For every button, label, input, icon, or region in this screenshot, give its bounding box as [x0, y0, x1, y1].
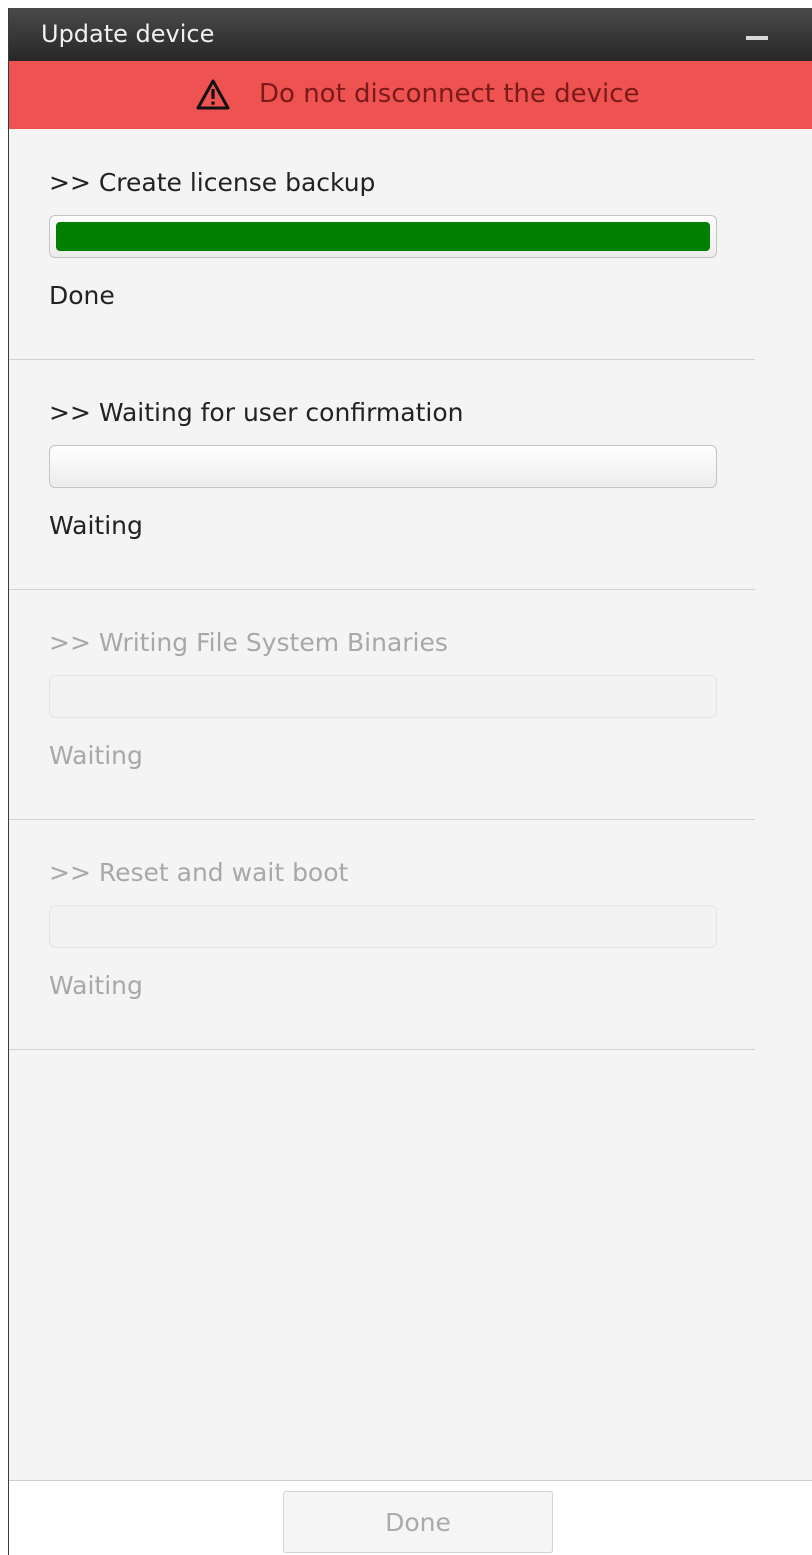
window-title: Update device [41, 20, 215, 48]
step-create-license-backup: >> Create license backup Done [9, 129, 755, 360]
step-reset-and-wait-boot: >> Reset and wait boot Waiting [9, 819, 755, 1050]
title-bar[interactable]: Update device [9, 8, 812, 61]
step-writing-file-system-binaries: >> Writing File System Binaries Waiting [9, 589, 755, 820]
warning-triangle-icon [196, 79, 230, 110]
done-button[interactable]: Done [283, 1491, 553, 1553]
progress-bar [49, 905, 717, 948]
step-status: Waiting [49, 741, 143, 770]
warning-text: Do not disconnect the device [259, 79, 640, 109]
step-status: Waiting [49, 511, 143, 540]
warning-banner: Do not disconnect the device [9, 61, 812, 129]
progress-bar [49, 215, 717, 258]
progress-bar [49, 675, 717, 718]
step-title: >> Waiting for user confirmation [49, 398, 464, 427]
step-title: >> Create license backup [49, 168, 376, 197]
step-title: >> Writing File System Binaries [49, 628, 448, 657]
progress-bar [49, 445, 717, 488]
update-device-window: Update device Do not disconnect the devi… [8, 8, 812, 1555]
progress-fill [56, 222, 710, 251]
step-waiting-user-confirmation: >> Waiting for user confirmation Waiting [9, 359, 755, 590]
step-title: >> Reset and wait boot [49, 858, 349, 887]
minimize-button[interactable] [742, 22, 772, 52]
step-status: Waiting [49, 971, 143, 1000]
step-status: Done [49, 281, 115, 310]
dialog-footer: Done [9, 1480, 812, 1555]
minimize-icon [746, 36, 768, 40]
